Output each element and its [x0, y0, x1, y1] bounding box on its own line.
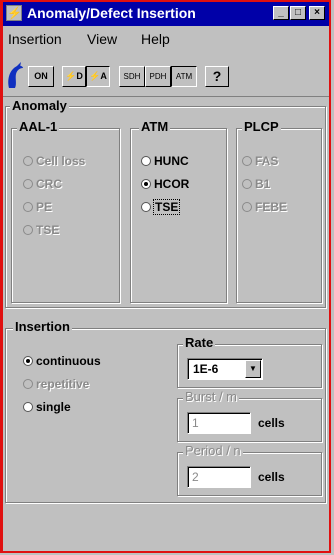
burst-unit: cells [258, 416, 285, 430]
menu-insertion[interactable]: Insertion [8, 31, 62, 47]
anomaly-insertion-window: ⚡ Anomaly/Defect Insertion _ □ × Inserti… [0, 0, 331, 553]
radio-continuous[interactable]: continuous [23, 354, 101, 368]
radio-crc[interactable]: CRC [23, 177, 62, 191]
radio-fas[interactable]: FAS [242, 154, 278, 168]
insertion-label: Insertion [13, 319, 72, 334]
title-bar[interactable]: ⚡ Anomaly/Defect Insertion _ □ × [3, 2, 329, 26]
radio-label: single [36, 400, 71, 414]
sdh-button[interactable]: SDH [119, 66, 145, 87]
minimize-button[interactable]: _ [273, 6, 289, 20]
radio-label: TSE [36, 223, 60, 237]
radio-label: FAS [255, 154, 279, 168]
radio-label: repetitive [36, 377, 90, 391]
close-button[interactable]: × [309, 6, 325, 20]
radio-label: HUNC [154, 154, 189, 168]
pdh-button[interactable]: PDH [145, 66, 171, 87]
error-d-button[interactable]: ⚡D [62, 66, 86, 87]
radio-hunc[interactable]: HUNC [141, 154, 189, 168]
anomaly-label: Anomaly [10, 98, 69, 113]
window-title: Anomaly/Defect Insertion [27, 5, 196, 21]
burst-label: Burst / m [183, 389, 240, 404]
radio-circle [242, 202, 252, 212]
radio-circle [23, 379, 33, 389]
radio-circle [242, 156, 252, 166]
radio-hcor[interactable]: HCOR [141, 177, 189, 191]
aal1-label: AAL-1 [17, 119, 60, 134]
rate-label: Rate [183, 335, 216, 350]
radio-label: CRC [36, 177, 62, 191]
atm-button[interactable]: ATM [171, 66, 197, 87]
period-unit: cells [258, 470, 285, 484]
radio-atm-tse[interactable]: TSE [141, 199, 181, 215]
radio-circle [141, 156, 151, 166]
radio-circle [23, 202, 33, 212]
menu-help[interactable]: Help [141, 31, 170, 47]
radio-label: PE [36, 200, 53, 214]
radio-febe[interactable]: FEBE [242, 200, 287, 214]
on-button[interactable]: ON [28, 66, 54, 87]
burst-input[interactable]: 1 [187, 412, 251, 434]
radio-label: B1 [255, 177, 271, 191]
error-a-button[interactable]: ⚡A [86, 66, 110, 87]
plcp-label: PLCP [242, 119, 281, 134]
radio-circle [23, 225, 33, 235]
radio-circle-selected [23, 356, 33, 366]
radio-circle [242, 179, 252, 189]
radio-circle-selected [141, 179, 151, 189]
rate-value: 1E-6 [193, 362, 219, 376]
period-input[interactable]: 2 [187, 466, 251, 488]
radio-label: TSE [152, 199, 181, 215]
radio-label: Cell loss [36, 154, 86, 168]
rate-select[interactable]: 1E-6 ▼ [187, 358, 263, 380]
radio-pe[interactable]: PE [23, 200, 52, 214]
period-label: Period / n [183, 443, 243, 458]
maximize-button[interactable]: □ [290, 6, 306, 20]
toolbar: ON ⚡D ⚡A SDH PDH ATM ? [3, 50, 329, 97]
radio-aal1-tse[interactable]: TSE [23, 223, 59, 237]
chevron-down-icon[interactable]: ▼ [245, 360, 261, 378]
help-button[interactable]: ? [205, 66, 229, 87]
radio-cell-loss[interactable]: Cell loss [23, 154, 85, 168]
radio-label: HCOR [154, 177, 190, 191]
radio-label: FEBE [255, 200, 288, 214]
radio-circle [23, 156, 33, 166]
radio-circle [141, 202, 151, 212]
dolphin-logo-icon [8, 62, 23, 88]
atm-label: ATM [139, 119, 171, 134]
menu-bar: Insertion View Help [3, 28, 329, 48]
radio-b1[interactable]: B1 [242, 177, 270, 191]
radio-circle [23, 402, 33, 412]
radio-repetitive[interactable]: repetitive [23, 377, 89, 391]
radio-circle [23, 179, 33, 189]
radio-single[interactable]: single [23, 400, 71, 414]
app-lightning-icon[interactable]: ⚡ [6, 5, 22, 21]
radio-label: continuous [36, 354, 101, 368]
menu-view[interactable]: View [87, 31, 117, 47]
